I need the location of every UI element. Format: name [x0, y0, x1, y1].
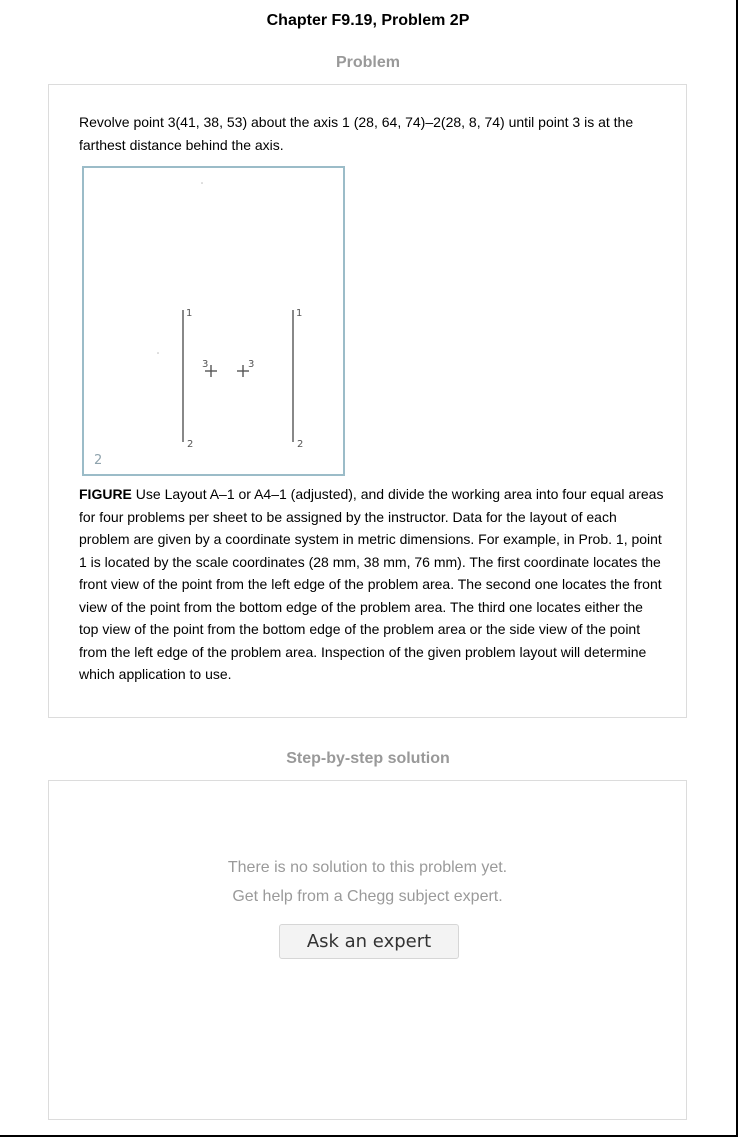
speck: [157, 352, 159, 354]
solution-heading: Step-by-step solution: [286, 750, 450, 767]
problem-figure: 1 2 1 2 3 3 2: [82, 166, 345, 476]
panel-number-label: 2: [94, 453, 102, 468]
figure-caption: FIGURE Use Layout A–1 or A4–1 (adjusted)…: [79, 483, 664, 686]
ask-an-expert-button[interactable]: Ask an expert: [279, 924, 459, 959]
figure-drawing: 1 2 1 2 3 3 2: [94, 182, 303, 468]
no-solution-message: There is no solution to this problem yet…: [227, 859, 508, 876]
right-point-label: 3: [248, 359, 254, 370]
left-axis-bottom-label: 2: [187, 439, 193, 450]
problem-heading: Problem: [335, 54, 400, 71]
speck: [201, 182, 203, 184]
left-axis-top-label: 1: [186, 308, 192, 319]
page-title: Chapter F9.19, Problem 2P: [266, 12, 470, 29]
right-axis-bottom-label: 2: [297, 439, 303, 450]
expert-help-message: Get help from a Chegg subject expert.: [232, 888, 503, 905]
problem-statement: Revolve point 3(41, 38, 53) about the ax…: [79, 114, 634, 153]
caption-text: Use Layout A–1 or A4–1 (adjusted), and d…: [79, 486, 664, 682]
right-axis-top-label: 1: [296, 308, 302, 319]
left-point-label: 3: [202, 359, 208, 370]
caption-label: FIGURE: [79, 486, 132, 502]
